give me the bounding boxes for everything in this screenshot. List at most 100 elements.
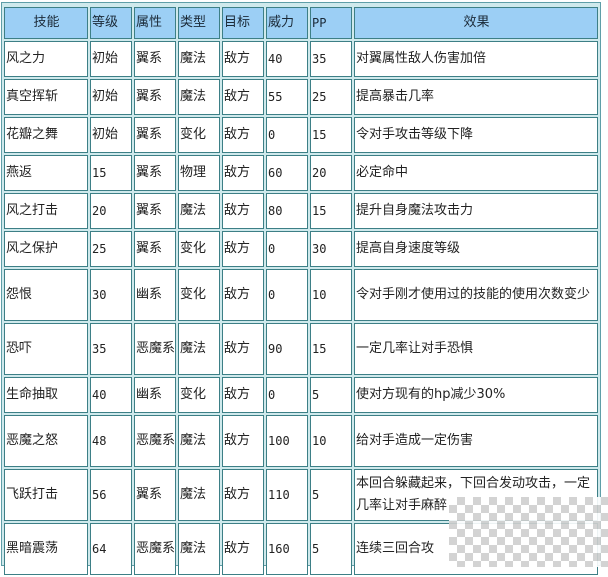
table-row: 恐吓 35 恶魔系 魔法 敌方 90 15 一定几率让对手恐惧 <box>4 323 598 375</box>
cell-target: 敌方 <box>222 231 264 267</box>
cell-power: 0 <box>266 117 308 153</box>
cell-power: 160 <box>266 523 308 575</box>
cell-attribute: 恶魔系 <box>134 523 176 575</box>
table-row: 风之打击 20 翼系 魔法 敌方 80 15 提升自身魔法攻击力 <box>4 193 598 229</box>
header-attribute: 属性 <box>134 7 176 39</box>
cell-target: 敌方 <box>222 79 264 115</box>
cell-target: 敌方 <box>222 523 264 575</box>
cell-pp: 20 <box>310 155 352 191</box>
table-row: 真空挥斩 初始 翼系 魔法 敌方 55 25 提高暴击几率 <box>4 79 598 115</box>
skills-table: 技能 等级 属性 类型 目标 威力 PP 效果 风之力 初始 翼系 魔法 敌方 40 35 对… <box>2 5 600 577</box>
cell-level: 35 <box>90 323 132 375</box>
header-type: 类型 <box>178 7 220 39</box>
table-row: 燕返 15 翼系 物理 敌方 60 20 必定命中 <box>4 155 598 191</box>
cell-effect: 令对手刚才使用过的技能的使用次数变少 <box>354 269 598 321</box>
cell-level: 48 <box>90 415 132 467</box>
cell-skill: 恐吓 <box>4 323 88 375</box>
cell-effect: 令对手攻击等级下降 <box>354 117 598 153</box>
cell-level: 25 <box>90 231 132 267</box>
cell-effect: 对翼属性敌人伤害加倍 <box>354 41 598 77</box>
header-skill: 技能 <box>4 7 88 39</box>
table-header-row: 技能 等级 属性 类型 目标 威力 PP 效果 <box>4 7 598 39</box>
cell-skill: 生命抽取 <box>4 377 88 413</box>
cell-attribute: 翼系 <box>134 79 176 115</box>
cell-skill: 风之打击 <box>4 193 88 229</box>
cell-skill: 风之力 <box>4 41 88 77</box>
cell-power: 0 <box>266 269 308 321</box>
cell-type: 变化 <box>178 117 220 153</box>
cell-effect: 使对方现有的hp减少30% <box>354 377 598 413</box>
cell-target: 敌方 <box>222 377 264 413</box>
cell-level: 初始 <box>90 117 132 153</box>
table-row: 怨恨 30 幽系 变化 敌方 0 10 令对手刚才使用过的技能的使用次数变少 <box>4 269 598 321</box>
cell-target: 敌方 <box>222 155 264 191</box>
cell-level: 40 <box>90 377 132 413</box>
cell-pp: 15 <box>310 193 352 229</box>
cell-target: 敌方 <box>222 269 264 321</box>
cell-type: 物理 <box>178 155 220 191</box>
cell-attribute: 翼系 <box>134 231 176 267</box>
cell-power: 100 <box>266 415 308 467</box>
cell-power: 55 <box>266 79 308 115</box>
cell-power: 0 <box>266 231 308 267</box>
header-effect: 效果 <box>354 7 598 39</box>
table-row: 风之保护 25 翼系 变化 敌方 0 30 提高自身速度等级 <box>4 231 598 267</box>
cell-level: 初始 <box>90 79 132 115</box>
cell-pp: 5 <box>310 377 352 413</box>
cell-attribute: 恶魔系 <box>134 323 176 375</box>
cell-skill: 飞跃打击 <box>4 469 88 521</box>
cell-pp: 25 <box>310 79 352 115</box>
table-row: 生命抽取 40 幽系 变化 敌方 0 5 使对方现有的hp减少30% <box>4 377 598 413</box>
cell-target: 敌方 <box>222 193 264 229</box>
cell-power: 90 <box>266 323 308 375</box>
cell-power: 110 <box>266 469 308 521</box>
header-target: 目标 <box>222 7 264 39</box>
cell-attribute: 翼系 <box>134 117 176 153</box>
cell-power: 40 <box>266 41 308 77</box>
header-level: 等级 <box>90 7 132 39</box>
cell-power: 0 <box>266 377 308 413</box>
table-row: 恶魔之怒 48 恶魔系 魔法 敌方 100 10 给对手造成一定伤害 <box>4 415 598 467</box>
cell-power: 80 <box>266 193 308 229</box>
cell-skill: 燕返 <box>4 155 88 191</box>
cell-effect: 提高暴击几率 <box>354 79 598 115</box>
cell-pp: 5 <box>310 523 352 575</box>
cell-target: 敌方 <box>222 323 264 375</box>
cell-pp: 15 <box>310 323 352 375</box>
cell-skill: 真空挥斩 <box>4 79 88 115</box>
header-power: 威力 <box>266 7 308 39</box>
cell-level: 15 <box>90 155 132 191</box>
cell-skill: 花瓣之舞 <box>4 117 88 153</box>
cell-pp: 15 <box>310 117 352 153</box>
cell-target: 敌方 <box>222 117 264 153</box>
cell-level: 56 <box>90 469 132 521</box>
cell-power: 60 <box>266 155 308 191</box>
cell-target: 敌方 <box>222 415 264 467</box>
cell-type: 魔法 <box>178 523 220 575</box>
cell-attribute: 翼系 <box>134 469 176 521</box>
cell-attribute: 幽系 <box>134 377 176 413</box>
header-pp: PP <box>310 7 352 39</box>
cell-attribute: 恶魔系 <box>134 415 176 467</box>
cell-pp: 30 <box>310 231 352 267</box>
cell-attribute: 翼系 <box>134 41 176 77</box>
cell-level: 初始 <box>90 41 132 77</box>
table-row: 花瓣之舞 初始 翼系 变化 敌方 0 15 令对手攻击等级下降 <box>4 117 598 153</box>
cell-type: 变化 <box>178 377 220 413</box>
cell-skill: 风之保护 <box>4 231 88 267</box>
cell-skill: 黑暗震荡 <box>4 523 88 575</box>
cell-attribute: 翼系 <box>134 193 176 229</box>
cell-type: 魔法 <box>178 41 220 77</box>
cell-type: 魔法 <box>178 323 220 375</box>
cell-level: 64 <box>90 523 132 575</box>
cell-skill: 恶魔之怒 <box>4 415 88 467</box>
cell-level: 30 <box>90 269 132 321</box>
cell-type: 魔法 <box>178 79 220 115</box>
cell-attribute: 翼系 <box>134 155 176 191</box>
watermark-overlay <box>449 497 608 567</box>
cell-pp: 35 <box>310 41 352 77</box>
cell-effect: 提高自身速度等级 <box>354 231 598 267</box>
cell-level: 20 <box>90 193 132 229</box>
cell-attribute: 幽系 <box>134 269 176 321</box>
cell-target: 敌方 <box>222 41 264 77</box>
